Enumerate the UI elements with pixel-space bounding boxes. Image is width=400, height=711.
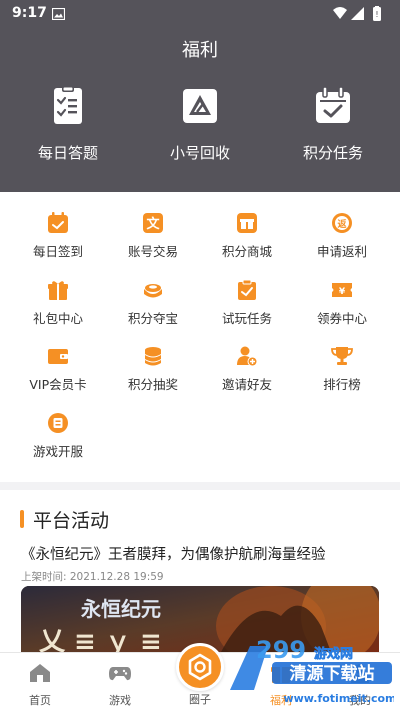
calendar-sign-icon xyxy=(48,212,68,233)
section-title: 平台活动 xyxy=(33,510,110,532)
gamepad-icon xyxy=(109,667,131,681)
status-bar: 9:17 ! xyxy=(0,0,400,30)
grid-item-label: 试玩任务 xyxy=(221,311,272,326)
grid-item-daily-checkin[interactable]: 每日签到 xyxy=(8,212,108,260)
server-icon xyxy=(48,413,68,433)
add-user-icon xyxy=(237,346,258,367)
status-icons: ! xyxy=(333,6,381,21)
tab-circle-label: 圈子 xyxy=(189,693,211,706)
grid-item-label: 积分抽奖 xyxy=(127,377,178,392)
trade-icon: 文 xyxy=(143,213,163,233)
grid-item-coupon-center[interactable]: ¥ 领券中心 xyxy=(292,279,392,327)
coin-stack-icon xyxy=(145,347,161,366)
site-watermark: 299 游戏网 清源下载站 www.fotimeit.com xyxy=(230,636,394,705)
svg-text:永恒纪元: 永恒纪元 xyxy=(80,597,161,621)
image-notification-icon xyxy=(52,8,65,20)
grid-item-label: 积分商城 xyxy=(221,244,272,259)
grid-item-label: 游戏开服 xyxy=(32,444,83,459)
tab-label: 首页 xyxy=(29,694,51,707)
coupon-icon: ¥ xyxy=(332,283,352,297)
treasure-icon xyxy=(144,284,162,298)
tab-circle-button[interactable] xyxy=(176,643,224,691)
svg-text:¥: ¥ xyxy=(339,287,346,297)
svg-text:299: 299 xyxy=(256,636,306,664)
top-action-label: 每日答题 xyxy=(37,144,98,162)
grid-item-label: 邀请好友 xyxy=(221,377,272,392)
grid-item-label: 积分夺宝 xyxy=(127,311,178,326)
grid-item-label: 账号交易 xyxy=(127,244,178,259)
top-action-points-tasks[interactable]: 积分任务 xyxy=(278,86,388,163)
tab-games[interactable]: 游戏 xyxy=(90,661,150,708)
section-divider xyxy=(0,482,400,490)
gift-box-icon xyxy=(237,213,257,233)
grid-item-game-servers[interactable]: 游戏开服 xyxy=(8,412,108,460)
grid-item-apply-rebate[interactable]: 返 申请返利 xyxy=(292,212,392,260)
checklist-icon xyxy=(54,86,82,124)
home-icon xyxy=(30,664,50,682)
svg-text:乂 ≡ ｙ ≡: 乂 ≡ ｙ ≡ xyxy=(39,627,162,652)
grid-item-vip-card[interactable]: VIP会员卡 xyxy=(8,345,108,393)
grid-item-gift-center[interactable]: 礼包中心 xyxy=(8,279,108,327)
grid-item-label: 领券中心 xyxy=(316,311,367,326)
gift-pack-icon xyxy=(48,281,68,300)
activity-time: 上架时间: 2021.12.28 19:59 xyxy=(21,571,164,583)
svg-text:!: ! xyxy=(375,10,378,19)
grid-item-points-lottery[interactable]: 积分抽奖 xyxy=(103,345,203,393)
recycle-triangle-icon xyxy=(183,89,217,123)
svg-text:返: 返 xyxy=(337,218,346,230)
grid-item-label: VIP会员卡 xyxy=(29,377,87,392)
rebate-icon: 返 xyxy=(332,213,352,233)
top-action-label: 积分任务 xyxy=(302,144,363,162)
hexagon-icon xyxy=(188,653,212,681)
page-title: 福利 xyxy=(182,40,218,61)
signal-icon xyxy=(351,7,364,20)
top-action-daily-quiz[interactable]: 每日答题 xyxy=(13,86,123,163)
top-action-account-recycle[interactable]: 小号回收 xyxy=(145,86,255,163)
grid-item-label: 每日签到 xyxy=(32,244,83,259)
status-time: 9:17 xyxy=(12,5,47,21)
grid-item-label: 礼包中心 xyxy=(32,311,83,326)
wifi-icon xyxy=(333,7,347,19)
section-accent-bar xyxy=(20,510,24,528)
grid-item-leaderboard[interactable]: 排行榜 xyxy=(292,345,392,393)
wallet-card-icon xyxy=(48,349,68,364)
grid-item-points-mall[interactable]: 积分商城 xyxy=(197,212,297,260)
top-action-label: 小号回收 xyxy=(169,144,230,162)
trophy-icon xyxy=(331,347,353,365)
svg-text:清源下载站: 清源下载站 xyxy=(290,663,375,684)
grid-item-label: 申请返利 xyxy=(316,244,367,259)
svg-text:www.fotimeit.com: www.fotimeit.com xyxy=(283,692,394,705)
tab-home[interactable]: 首页 xyxy=(10,661,70,708)
grid-item-points-treasure[interactable]: 积分夺宝 xyxy=(103,279,203,327)
svg-text:游戏网: 游戏网 xyxy=(314,646,353,662)
clipboard-check-icon xyxy=(238,279,256,300)
activity-title[interactable]: 《永恒纪元》王者膜拜，为偶像护航刷海量经验 xyxy=(21,543,391,564)
svg-text:文: 文 xyxy=(146,216,160,232)
grid-item-account-trade[interactable]: 文 账号交易 xyxy=(103,212,203,260)
header: 9:17 ! 福利 每日答题 小号回收 积分任务 xyxy=(0,0,400,192)
grid-item-invite-friends[interactable]: 邀请好友 xyxy=(197,345,297,393)
grid-item-trial-tasks[interactable]: 试玩任务 xyxy=(197,279,297,327)
tab-label: 游戏 xyxy=(109,694,131,707)
calendar-check-icon xyxy=(316,86,350,123)
grid-item-label: 排行榜 xyxy=(323,377,361,392)
